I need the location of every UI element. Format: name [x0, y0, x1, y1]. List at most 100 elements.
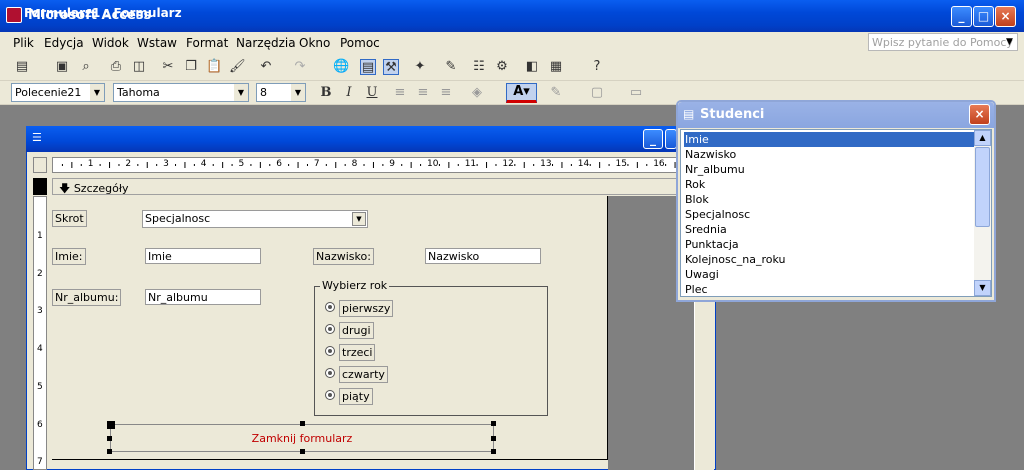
resize-handle[interactable]: [491, 421, 496, 426]
move-handle[interactable]: [107, 421, 115, 429]
maximize-button[interactable]: □: [973, 6, 994, 27]
nazwisko-label[interactable]: Nazwisko:: [313, 248, 374, 265]
search-file-icon[interactable]: ⌕: [78, 59, 94, 75]
redo-icon[interactable]: ↷: [292, 59, 308, 75]
scroll-thumb[interactable]: [975, 147, 990, 227]
option-label-drugi[interactable]: drugi: [339, 322, 374, 339]
align-left-icon[interactable]: ≡: [392, 85, 408, 101]
field-list-close-button[interactable]: ×: [969, 104, 990, 125]
field-item-imie[interactable]: Imie: [684, 132, 980, 147]
resize-handle[interactable]: [491, 436, 496, 441]
italic-icon[interactable]: I: [341, 85, 357, 101]
field-item-rok[interactable]: Rok: [684, 177, 980, 192]
undo-icon[interactable]: ↶: [258, 59, 274, 75]
chevron-down-icon[interactable]: ▼: [291, 84, 305, 101]
menu-wstaw[interactable]: Wstaw: [137, 36, 177, 50]
scroll-up-icon[interactable]: ▲: [974, 130, 991, 146]
field-list[interactable]: Imie Nazwisko Nr_albumu Rok Blok Specjal…: [680, 129, 992, 297]
imie-field[interactable]: Imie: [145, 248, 261, 264]
new-object-icon[interactable]: ▦: [548, 59, 564, 75]
copy-icon[interactable]: ❐: [183, 59, 199, 75]
nr-albumu-label[interactable]: Nr_albumu:: [52, 289, 122, 306]
resize-handle[interactable]: [107, 436, 112, 441]
properties-icon[interactable]: ☷: [471, 59, 487, 75]
menu-format[interactable]: Format: [186, 36, 228, 50]
field-item-blok[interactable]: Blok: [684, 192, 980, 207]
radio-piaty[interactable]: [325, 390, 335, 400]
field-item-uwagi[interactable]: Uwagi: [684, 267, 980, 282]
menu-edycja[interactable]: Edycja: [44, 36, 84, 50]
line-color-icon[interactable]: ✎: [548, 85, 564, 101]
scroll-down-icon[interactable]: ▼: [974, 280, 991, 296]
close-form-button[interactable]: Zamknij formularz: [110, 424, 494, 452]
field-list-icon[interactable]: ▤: [360, 59, 376, 75]
paste-icon[interactable]: 📋: [206, 59, 222, 75]
resize-handle[interactable]: [300, 421, 305, 426]
nr-albumu-field[interactable]: Nr_albumu: [145, 289, 261, 305]
field-item-plec[interactable]: Plec: [684, 282, 980, 297]
field-item-srednia[interactable]: Srednia: [684, 222, 980, 237]
resize-handle[interactable]: [107, 449, 112, 454]
field-list-scrollbar[interactable]: ▲ ▼: [974, 130, 991, 296]
form-selector[interactable]: [33, 178, 47, 195]
imie-label[interactable]: Imie:: [52, 248, 86, 265]
minimize-button[interactable]: _: [951, 6, 972, 27]
align-center-icon[interactable]: ≡: [415, 85, 431, 101]
access-app-icon[interactable]: [6, 7, 22, 23]
option-label-piaty[interactable]: piąty: [339, 388, 373, 405]
format-painter-icon[interactable]: 🖌: [229, 59, 246, 75]
print-icon[interactable]: ⎙: [108, 59, 124, 75]
hyperlink-icon[interactable]: 🌐: [333, 59, 349, 75]
field-item-specjalnosc[interactable]: Specjalnosc: [684, 207, 980, 222]
skrot-label[interactable]: Skrot: [52, 210, 87, 227]
radio-drugi[interactable]: [325, 324, 335, 334]
border-icon[interactable]: ▢: [589, 85, 605, 101]
option-label-czwarty[interactable]: czwarty: [339, 366, 388, 383]
resize-handle[interactable]: [300, 449, 305, 454]
cut-icon[interactable]: ✂: [160, 59, 176, 75]
fill-color-icon[interactable]: ◈: [469, 85, 485, 101]
radio-trzeci[interactable]: [325, 346, 335, 356]
toolbox-icon[interactable]: ⚒: [383, 59, 399, 75]
menu-narzedzia[interactable]: Narzędzia: [236, 36, 296, 50]
help-icon[interactable]: ?: [589, 59, 605, 75]
autoformat-icon[interactable]: ✦: [412, 59, 428, 75]
build-icon[interactable]: ⚙: [494, 59, 510, 75]
radio-pierwszy[interactable]: [325, 302, 335, 312]
menu-pomoc[interactable]: Pomoc: [340, 36, 380, 50]
view-icon[interactable]: ▤: [14, 59, 30, 75]
field-item-kolejnosc[interactable]: Kolejnosc_na_roku: [684, 252, 980, 267]
underline-icon[interactable]: U: [364, 85, 380, 101]
chevron-down-icon[interactable]: ▼: [234, 84, 248, 101]
option-group-label[interactable]: Wybierz rok: [320, 279, 390, 292]
field-item-nazwisko[interactable]: Nazwisko: [684, 147, 980, 162]
nazwisko-field[interactable]: Nazwisko: [425, 248, 541, 264]
option-label-pierwszy[interactable]: pierwszy: [339, 300, 394, 317]
form-minimize-button[interactable]: _: [643, 129, 663, 149]
specjalnosc-combo[interactable]: Specjalnosc ▼: [142, 210, 368, 228]
help-search-input[interactable]: Wpisz pytanie do Pomocy: [868, 33, 1018, 51]
option-label-trzeci[interactable]: trzeci: [339, 344, 376, 361]
font-combo[interactable]: Tahoma ▼: [113, 83, 249, 102]
chevron-down-icon[interactable]: ▼: [352, 212, 366, 226]
field-item-punktacja[interactable]: Punktacja: [684, 237, 980, 252]
font-size-combo[interactable]: 8 ▼: [256, 83, 306, 102]
bold-icon[interactable]: B: [318, 85, 334, 101]
menu-plik[interactable]: Plik: [13, 36, 34, 50]
chevron-down-icon[interactable]: ▼: [90, 84, 104, 101]
close-button[interactable]: ×: [995, 6, 1016, 27]
resize-handle[interactable]: [491, 449, 496, 454]
line-width-icon[interactable]: ▭: [628, 85, 644, 101]
object-combo[interactable]: Polecenie21 ▼: [11, 83, 105, 102]
print-preview-icon[interactable]: ◫: [131, 59, 147, 75]
detail-section-bar[interactable]: 🡇 Szczegóły: [52, 178, 692, 195]
align-right-icon[interactable]: ≡: [438, 85, 454, 101]
ruler-corner[interactable]: [33, 157, 47, 173]
menu-widok[interactable]: Widok: [92, 36, 129, 50]
font-color-icon[interactable]: A▾: [506, 83, 537, 103]
field-item-nr-albumu[interactable]: Nr_albumu: [684, 162, 980, 177]
code-icon[interactable]: ✎: [443, 59, 459, 75]
radio-czwarty[interactable]: [325, 368, 335, 378]
menu-okno[interactable]: Okno: [299, 36, 330, 50]
database-window-icon[interactable]: ◧: [524, 59, 540, 75]
